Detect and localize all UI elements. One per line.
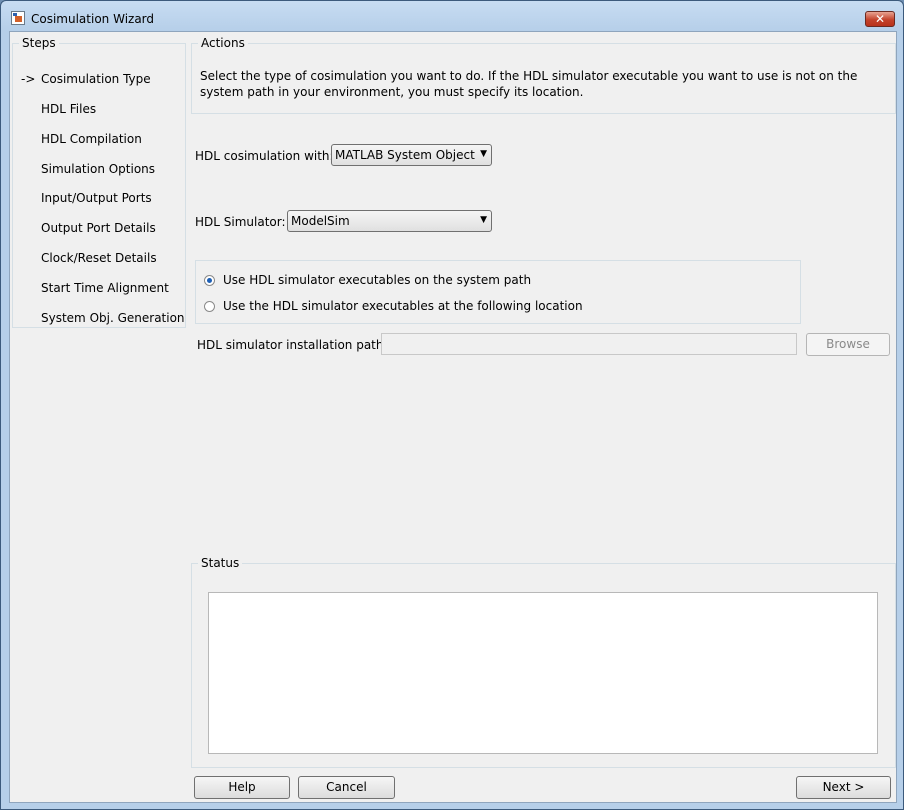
step-label: Cosimulation Type [41,72,151,86]
simulator-location-group: Use HDL simulator executables on the sys… [195,260,801,324]
next-button[interactable]: Next > [796,776,891,799]
cosim-with-dropdown[interactable]: MATLAB System Object ▼ [331,144,492,166]
step-start-time-alignment[interactable]: Start Time Alignment [41,281,169,295]
step-output-port-details[interactable]: Output Port Details [41,221,156,235]
radio-button-selected[interactable] [204,274,215,286]
install-path-label: HDL simulator installation path: [197,338,388,352]
radio-following-location-label: Use the HDL simulator executables at the… [223,299,583,313]
step-cosimulation-type[interactable]: -> Cosimulation Type [21,72,151,86]
step-clock-reset-details[interactable]: Clock/Reset Details [41,251,157,265]
step-system-obj-generation[interactable]: System Obj. Generation [41,311,185,325]
step-input-output-ports[interactable]: Input/Output Ports [41,191,152,205]
actions-description: Select the type of cosimulation you want… [200,69,858,99]
step-hdl-files[interactable]: HDL Files [41,102,96,116]
chevron-down-icon: ▼ [480,215,487,225]
dialog-client-area: Steps -> Cosimulation Type HDL Files HDL… [9,31,897,803]
radio-button-unselected[interactable] [204,300,215,312]
radio-system-path[interactable]: Use HDL simulator executables on the sys… [204,273,531,287]
radio-system-path-label: Use HDL simulator executables on the sys… [223,273,532,287]
status-panel: Status [191,556,896,768]
status-text-area[interactable] [208,592,878,754]
actions-legend: Actions [201,36,245,50]
actions-panel: Actions Select the type of cosimulation … [191,36,896,114]
simulink-app-icon [11,11,25,25]
step-hdl-compilation[interactable]: HDL Compilation [41,132,142,146]
chevron-down-icon: ▼ [480,149,487,159]
window-title: Cosimulation Wizard [31,12,155,26]
browse-button[interactable]: Browse [806,333,890,356]
install-path-field[interactable] [381,333,797,355]
steps-legend: Steps [22,36,56,50]
close-button[interactable]: ✕ [865,11,895,27]
cancel-button[interactable]: Cancel [298,776,395,799]
status-legend: Status [201,556,240,570]
cosimulation-wizard-window: Cosimulation Wizard ✕ Steps -> Cosimulat… [0,0,904,810]
title-bar[interactable]: Cosimulation Wizard ✕ [1,1,903,35]
current-step-marker: -> [21,72,36,86]
hdl-simulator-dropdown[interactable]: ModelSim ▼ [287,210,492,232]
hdl-simulator-value: ModelSim [291,214,350,228]
hdl-simulator-label: HDL Simulator: [195,215,286,229]
steps-panel: Steps -> Cosimulation Type HDL Files HDL… [12,36,186,328]
cosim-with-value: MATLAB System Object [335,148,475,162]
step-simulation-options[interactable]: Simulation Options [41,162,155,176]
cosim-with-label: HDL cosimulation with: [195,149,334,163]
help-button[interactable]: Help [194,776,290,799]
radio-following-location[interactable]: Use the HDL simulator executables at the… [204,299,583,313]
